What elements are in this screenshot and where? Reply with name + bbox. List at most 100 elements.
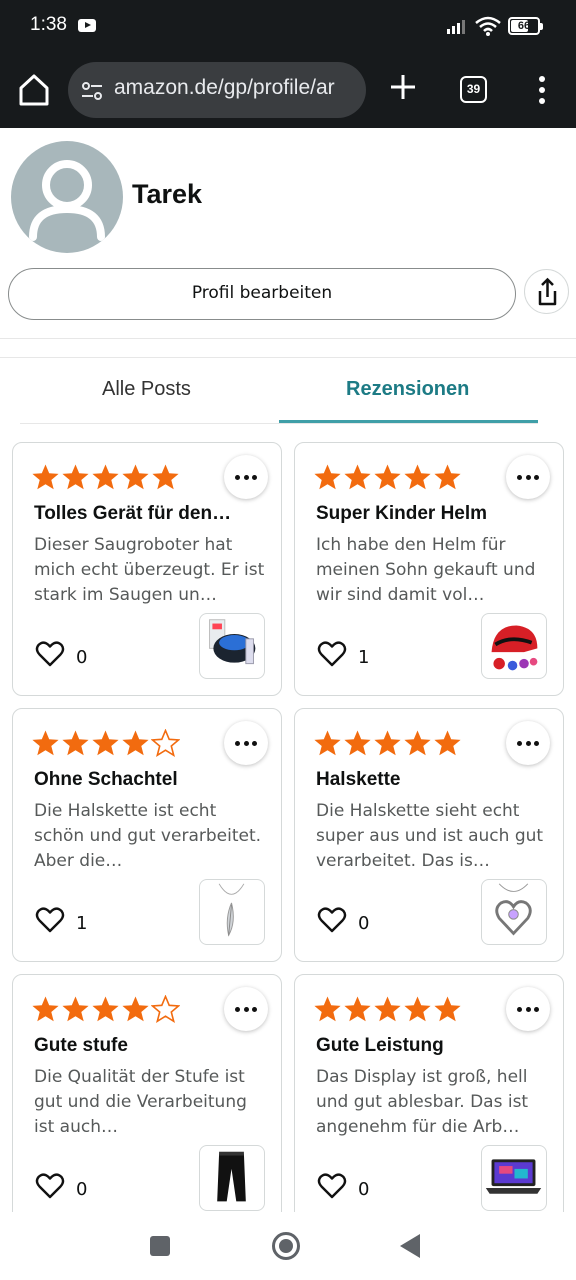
review-title: Tolles Gerät für den… — [34, 503, 232, 524]
star-rating — [313, 995, 462, 1025]
heart-icon[interactable] — [35, 640, 65, 668]
star-filled-icon — [32, 464, 59, 490]
feather-necklace-icon — [218, 883, 245, 937]
battery-level: 66 — [517, 20, 531, 32]
more-options-button[interactable] — [506, 721, 550, 765]
review-card[interactable]: Gute stufe Die Qualität der Stufe ist gut… — [12, 974, 282, 1228]
heart-icon[interactable] — [35, 1172, 65, 1200]
review-body: Die Qualität der Stufe ist gut und die V… — [34, 1067, 247, 1137]
like-count: 1 — [358, 647, 370, 668]
star-filled-icon — [122, 464, 149, 490]
star-filled-icon — [32, 996, 59, 1022]
kids-helmet-icon — [491, 625, 538, 671]
youtube-notification-icon — [78, 19, 96, 32]
review-title: Super Kinder Helm — [316, 503, 488, 524]
profile-name: Tarek — [132, 179, 203, 209]
recents-button[interactable] — [150, 1236, 170, 1256]
star-empty-icon — [151, 995, 180, 1024]
star-filled-icon — [434, 730, 461, 756]
heart-icon[interactable] — [317, 906, 347, 934]
review-body: Das Display ist groß, hell und gut ables… — [316, 1067, 529, 1137]
star-rating — [31, 729, 180, 759]
product-thumbnail[interactable] — [481, 879, 547, 945]
status-time: 1:38 — [30, 14, 67, 35]
product-thumbnail[interactable] — [199, 613, 265, 679]
star-rating — [313, 729, 462, 759]
star-filled-icon — [152, 464, 179, 490]
product-thumbnail[interactable] — [199, 1145, 265, 1211]
home-button[interactable] — [272, 1232, 300, 1260]
star-filled-icon — [314, 730, 341, 756]
star-filled-icon — [62, 996, 89, 1022]
heart-icon[interactable] — [317, 1172, 347, 1200]
review-card[interactable]: Tolles Gerät für den… Dieser Saugroboter … — [12, 442, 282, 696]
back-button[interactable] — [400, 1234, 420, 1258]
share-button[interactable] — [524, 269, 569, 314]
tab-switcher-button[interactable]: 39 — [460, 76, 487, 103]
review-card[interactable]: Super Kinder Helm Ich habe den Helm für m… — [294, 442, 564, 696]
laptop-icon — [485, 1159, 542, 1194]
heart-necklace-icon — [495, 883, 532, 936]
active-tab-indicator — [279, 420, 538, 423]
like-count: 0 — [76, 1179, 88, 1200]
star-rating — [31, 463, 180, 493]
system-nav-bar — [0, 1212, 576, 1280]
tab-all-posts[interactable]: Alle Posts — [102, 378, 191, 401]
star-filled-icon — [122, 996, 149, 1022]
home-icon[interactable] — [18, 72, 50, 108]
signal-icon — [447, 20, 465, 34]
avatar-placeholder-icon — [29, 160, 105, 241]
product-thumbnail[interactable] — [199, 879, 265, 945]
review-body: Die Halskette sieht echt super aus und i… — [316, 801, 544, 871]
star-filled-icon — [314, 996, 341, 1022]
more-options-button[interactable] — [224, 721, 268, 765]
review-body: Die Halskette ist echt schön und gut ver… — [34, 801, 262, 871]
star-filled-icon — [344, 996, 371, 1022]
browser-toolbar: amazon.de/gp/profile/ar 39 — [0, 56, 576, 128]
like-count: 0 — [76, 647, 88, 668]
star-filled-icon — [404, 730, 431, 756]
more-options-button[interactable] — [224, 987, 268, 1031]
review-title: Gute Leistung — [316, 1035, 444, 1056]
star-filled-icon — [344, 730, 371, 756]
review-body: Ich habe den Helm für meinen Sohn gekauf… — [316, 535, 536, 605]
star-filled-icon — [404, 996, 431, 1022]
star-filled-icon — [434, 996, 461, 1022]
url-bar[interactable]: amazon.de/gp/profile/ar — [68, 62, 366, 118]
profile-tabs: Alle Posts Rezensionen — [20, 358, 538, 424]
url-text: amazon.de/gp/profile/ar — [114, 76, 335, 99]
heart-icon[interactable] — [317, 640, 347, 668]
star-filled-icon — [374, 464, 401, 490]
review-title: Ohne Schachtel — [34, 769, 178, 790]
like-count: 0 — [358, 913, 370, 934]
star-filled-icon — [314, 464, 341, 490]
review-title: Halskette — [316, 769, 401, 790]
edit-profile-button[interactable]: Profil bearbeiten — [8, 268, 516, 320]
star-filled-icon — [92, 996, 119, 1022]
star-filled-icon — [374, 730, 401, 756]
review-card[interactable]: Gute Leistung Das Display ist groß, hell … — [294, 974, 564, 1228]
product-thumbnail[interactable] — [481, 613, 547, 679]
battery-icon: 66 — [508, 17, 543, 35]
site-settings-icon[interactable] — [80, 79, 104, 103]
more-options-button[interactable] — [506, 987, 550, 1031]
star-filled-icon — [32, 730, 59, 756]
review-card[interactable]: Ohne Schachtel Die Halskette ist echt sch… — [12, 708, 282, 962]
new-tab-icon[interactable] — [388, 72, 418, 102]
star-rating — [31, 995, 180, 1025]
star-filled-icon — [122, 730, 149, 756]
star-filled-icon — [92, 730, 119, 756]
star-empty-icon — [151, 729, 180, 758]
more-options-button[interactable] — [224, 455, 268, 499]
star-filled-icon — [434, 464, 461, 490]
star-filled-icon — [404, 464, 431, 490]
star-filled-icon — [344, 464, 371, 490]
heart-icon[interactable] — [35, 906, 65, 934]
more-options-icon[interactable] — [532, 76, 552, 104]
review-card[interactable]: Halskette Die Halskette sieht echt super … — [294, 708, 564, 962]
black-pants-icon — [217, 1151, 246, 1202]
section-divider — [0, 338, 576, 358]
product-thumbnail[interactable] — [481, 1145, 547, 1211]
tab-reviews[interactable]: Rezensionen — [346, 378, 469, 401]
more-options-button[interactable] — [506, 455, 550, 499]
